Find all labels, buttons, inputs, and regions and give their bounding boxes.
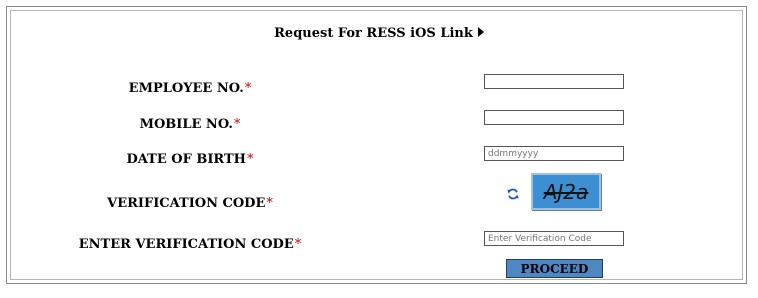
required-asterisk: * xyxy=(294,237,302,252)
enter-verification-code-label: ENTER VERIFICATION CODE* xyxy=(78,237,302,252)
proceed-button[interactable]: PROCEED xyxy=(506,259,603,278)
mobile-no-input[interactable] xyxy=(484,110,624,125)
required-asterisk: * xyxy=(244,81,252,96)
employee-no-input[interactable] xyxy=(484,74,624,89)
captcha-text: AJ2a xyxy=(543,179,589,204)
header-title: Request For RESS iOS Link xyxy=(274,26,473,41)
employee-no-label: EMPLOYEE NO.* xyxy=(128,81,252,96)
captcha-image: AJ2a xyxy=(531,173,601,210)
mobile-no-label: MOBILE NO.* xyxy=(139,117,241,132)
required-asterisk: * xyxy=(233,117,241,132)
required-asterisk: * xyxy=(266,196,273,211)
refresh-icon[interactable] xyxy=(506,187,520,201)
date-of-birth-label: DATE OF BIRTH* xyxy=(126,152,254,167)
arrow-right-icon xyxy=(477,27,484,37)
ress-ios-link[interactable]: Request For RESS iOS Link xyxy=(0,26,758,41)
required-asterisk: * xyxy=(246,152,254,167)
date-of-birth-input[interactable] xyxy=(484,146,624,161)
verification-code-input[interactable] xyxy=(484,231,624,246)
verification-code-label: VERIFICATION CODE* xyxy=(107,196,273,211)
